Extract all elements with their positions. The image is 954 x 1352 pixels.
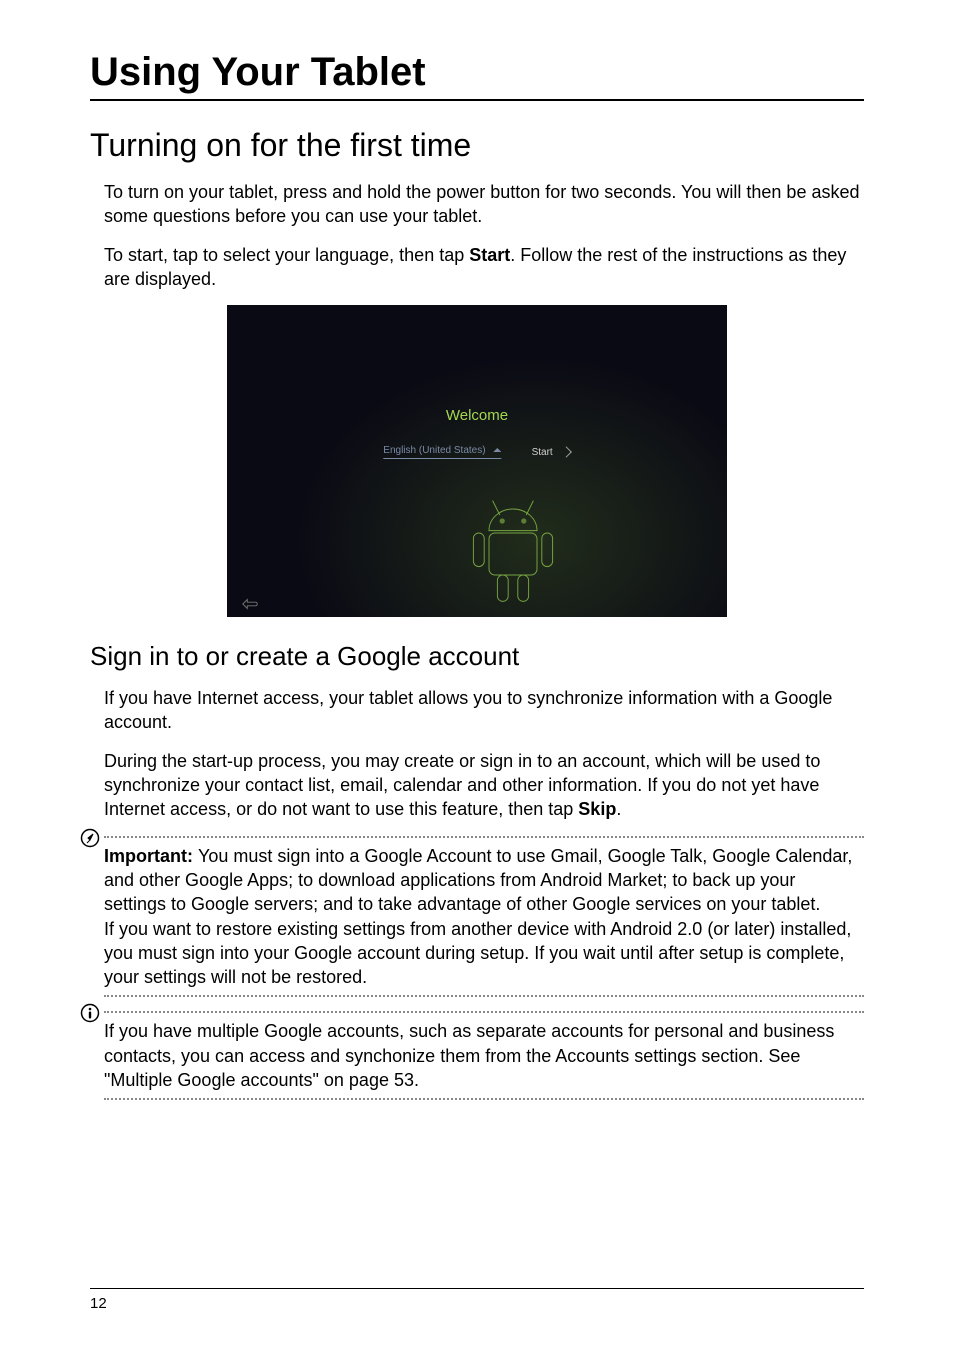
- section-heading-turning-on: Turning on for the first time: [90, 127, 864, 164]
- info-note: If you have multiple Google accounts, su…: [104, 1011, 864, 1100]
- paragraph-sync-info: If you have Internet access, your tablet…: [104, 686, 864, 735]
- section-heading-google-account: Sign in to or create a Google account: [90, 641, 864, 672]
- dropdown-arrow-icon: [494, 448, 502, 452]
- language-start-row: English (United States) Start: [383, 445, 570, 459]
- pin-icon: [80, 828, 100, 848]
- text: During the start-up process, you may cre…: [104, 751, 820, 820]
- info-icon: [80, 1003, 100, 1023]
- language-selector[interactable]: English (United States): [383, 445, 501, 459]
- text: .: [616, 799, 621, 819]
- page-footer: 12: [90, 1288, 864, 1312]
- paragraph-startup-process: During the start-up process, you may cre…: [104, 749, 864, 822]
- dotted-divider: [104, 1098, 864, 1100]
- welcome-screenshot: Welcome English (United States) Start: [227, 305, 727, 617]
- start-label-bold: Start: [469, 245, 510, 265]
- skip-label-bold: Skip: [578, 799, 616, 819]
- text: To start, tap to select your language, t…: [104, 245, 469, 265]
- android-robot-icon: [447, 491, 567, 611]
- start-button-label: Start: [532, 447, 553, 458]
- important-label: Important:: [104, 846, 198, 866]
- welcome-label: Welcome: [446, 407, 508, 424]
- dotted-divider: [104, 836, 864, 838]
- start-button[interactable]: Start: [532, 447, 571, 458]
- paragraph-turn-on: To turn on your tablet, press and hold t…: [104, 180, 864, 229]
- info-note-text: If you have multiple Google accounts, su…: [104, 1019, 864, 1092]
- dotted-divider: [104, 995, 864, 997]
- chevron-right-icon: [561, 447, 572, 458]
- text: If you want to restore existing settings…: [104, 919, 851, 988]
- page-number: 12: [90, 1295, 107, 1312]
- dotted-divider: [104, 1011, 864, 1013]
- text: You must sign into a Google Account to u…: [104, 846, 852, 915]
- back-icon[interactable]: [241, 597, 259, 611]
- important-note: Important: You must sign into a Google A…: [104, 836, 864, 998]
- paragraph-start-instructions: To start, tap to select your language, t…: [104, 243, 864, 292]
- language-value: English (United States): [383, 445, 485, 456]
- important-note-text: Important: You must sign into a Google A…: [104, 844, 864, 990]
- page-title: Using Your Tablet: [90, 50, 864, 101]
